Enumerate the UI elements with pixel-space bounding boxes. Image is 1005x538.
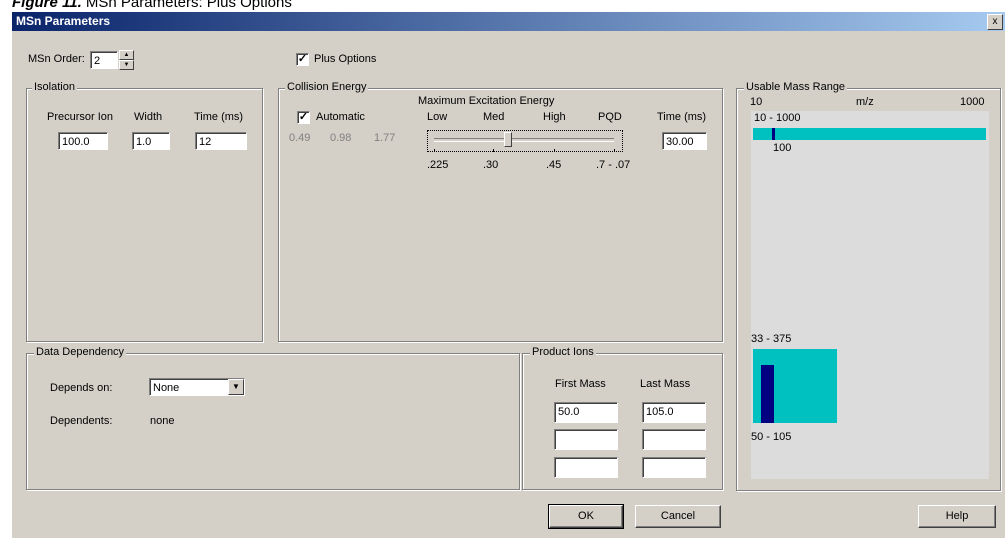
figure-number: Figure 11. (12, 0, 82, 11)
msn-order-spinner[interactable]: ▲ ▼ (119, 50, 134, 70)
dependents-value: none (150, 415, 175, 427)
mass-range-title: Usable Mass Range (744, 81, 848, 93)
width-input[interactable]: 1.0 (132, 132, 170, 150)
first-mass-input[interactable] (554, 429, 618, 450)
precursor-ion-input[interactable]: 100.0 (58, 132, 108, 150)
depends-on-label: Depends on: (50, 382, 113, 394)
last-mass-input[interactable] (642, 457, 706, 478)
cancel-button[interactable]: Cancel (635, 505, 721, 528)
first-mass-input[interactable] (554, 457, 618, 478)
level-pqd: PQD (598, 111, 622, 123)
slider-tick (493, 149, 494, 152)
precursor-marker (772, 128, 775, 140)
automatic-checkbox[interactable]: ✓ (297, 111, 310, 124)
last-mass-header: Last Mass (640, 378, 691, 390)
help-button[interactable]: Help (918, 505, 996, 528)
isolation-time-input[interactable]: 12 (195, 132, 247, 150)
spin-down-icon[interactable]: ▼ (119, 60, 134, 70)
figure-caption-text: MSn Parameters: Plus Options (85, 0, 292, 11)
axis-min: 10 (750, 96, 763, 108)
close-icon[interactable]: x (987, 14, 1003, 30)
chevron-down-icon[interactable]: ▼ (228, 379, 244, 395)
title-bar: MSn Parameters x (12, 12, 1005, 31)
slider-track (434, 138, 614, 142)
collision-time-input[interactable]: 30.00 (662, 132, 707, 150)
msn-order-input[interactable]: 2 (90, 51, 118, 69)
msn-order-label: MSn Order: (28, 53, 85, 65)
product-ion-bar (761, 365, 774, 423)
mass-range-plot: 10 - 1000 100 33 - 375 50 - 105 (751, 111, 989, 479)
slider-tick (614, 149, 615, 152)
precursor-ion-header: Precursor Ion (47, 111, 114, 123)
range2-label: 33 - 375 (751, 333, 792, 345)
tick-label-1: .225 (427, 159, 449, 171)
range3-label: 50 - 105 (751, 431, 792, 443)
window-title: MSn Parameters (16, 14, 111, 28)
marker1-label: 100 (773, 142, 792, 154)
energy-value-2: 0.98 (330, 132, 352, 144)
collision-energy-title: Collision Energy (285, 81, 369, 93)
max-excitation-label: Maximum Excitation Energy (418, 95, 555, 107)
spin-up-icon[interactable]: ▲ (119, 50, 134, 60)
depends-on-value: None (153, 382, 180, 394)
figure-caption: Figure 11. MSn Parameters: Plus Options (12, 0, 292, 11)
collision-time-header: Time (ms) (657, 111, 707, 123)
energy-value-3: 1.77 (374, 132, 396, 144)
time-header: Time (ms) (194, 111, 244, 123)
automatic-label: Automatic (316, 111, 365, 123)
range1-bar (753, 128, 986, 140)
first-mass-header: First Mass (555, 378, 606, 390)
slider-tick (434, 149, 435, 152)
product-ions-title: Product Ions (530, 346, 596, 358)
plus-options-checkbox[interactable]: ✓ (296, 53, 309, 66)
level-low: Low (427, 111, 448, 123)
range1-label: 10 - 1000 (754, 112, 801, 124)
data-dependency-title: Data Dependency (34, 346, 127, 358)
excitation-slider[interactable] (427, 130, 623, 152)
axis-unit: m/z (856, 96, 874, 108)
tick-label-2: .30 (483, 159, 499, 171)
tick-label-3: .45 (546, 159, 562, 171)
dependents-label: Dependents: (50, 415, 113, 427)
tick-label-4: .7 - .07 (596, 159, 631, 171)
isolation-group (26, 88, 263, 342)
last-mass-input[interactable] (642, 429, 706, 450)
slider-tick (554, 149, 555, 152)
first-mass-input[interactable]: 50.0 (554, 402, 618, 423)
plus-options-label: Plus Options (314, 53, 377, 65)
depends-on-select[interactable]: None ▼ (149, 378, 245, 396)
axis-max: 1000 (960, 96, 985, 108)
energy-value-1: 0.49 (289, 132, 311, 144)
ok-button[interactable]: OK (548, 504, 624, 529)
slider-thumb[interactable] (504, 132, 512, 147)
level-med: Med (483, 111, 505, 123)
width-header: Width (134, 111, 163, 123)
collision-energy-group (278, 88, 723, 342)
level-high: High (543, 111, 566, 123)
isolation-title: Isolation (32, 81, 77, 93)
last-mass-input[interactable]: 105.0 (642, 402, 706, 423)
dialog-body: MSn Order: 2 ▲ ▼ ✓ Plus Options Isolatio… (12, 31, 1005, 538)
